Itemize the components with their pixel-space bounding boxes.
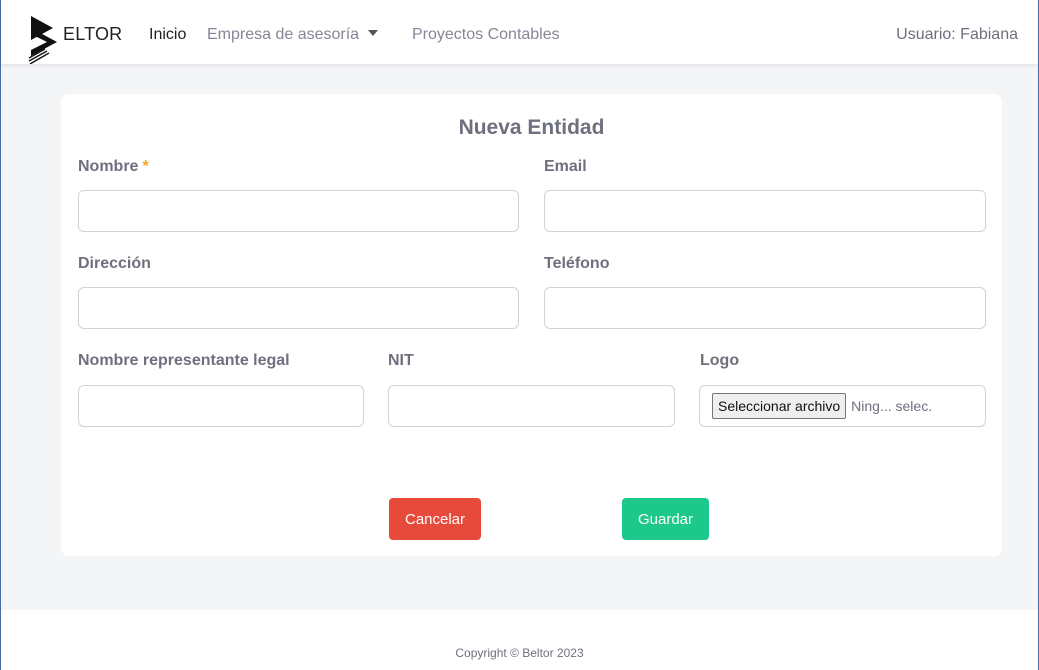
choose-file-button[interactable]: Seleccionar archivo — [712, 393, 847, 419]
email-label: Email — [544, 158, 587, 175]
nav-empresa-dropdown[interactable]: Empresa de asesoría — [207, 26, 379, 44]
logo-label: Logo — [700, 352, 740, 369]
nav-inicio[interactable]: Inicio — [149, 26, 186, 44]
email-input[interactable] — [544, 190, 986, 232]
required-asterisk: * — [142, 158, 149, 175]
footer: Copyright © Beltor 2023 — [1, 610, 1038, 670]
representante-input[interactable] — [78, 385, 364, 427]
telefono-input[interactable] — [544, 287, 986, 329]
nav-proyectos[interactable]: Proyectos Contables — [412, 26, 560, 44]
file-status-text: Ning... selec. — [851, 398, 933, 414]
form-title: Nueva Entidad — [458, 116, 605, 139]
nit-label: NIT — [388, 352, 414, 369]
nombre-input[interactable] — [78, 190, 519, 232]
app-window: ELTOR Inicio Empresa de asesoría Proyect… — [0, 0, 1039, 670]
representante-label: Nombre representante legal — [78, 352, 290, 369]
beltor-logo-icon[interactable] — [27, 14, 61, 64]
telefono-label: Teléfono — [544, 255, 610, 272]
nav-empresa-label: Empresa de asesoría — [207, 26, 360, 43]
top-navbar: ELTOR Inicio Empresa de asesoría Proyect… — [1, 0, 1038, 64]
save-button[interactable]: Guardar — [622, 498, 709, 540]
nit-input[interactable] — [388, 385, 675, 427]
caret-down-icon — [368, 29, 379, 36]
direccion-label: Dirección — [78, 255, 151, 272]
copyright-text: Copyright © Beltor 2023 — [455, 646, 584, 660]
nombre-label: Nombre * — [78, 158, 149, 176]
direccion-input[interactable] — [78, 287, 519, 329]
nombre-label-text: Nombre — [78, 158, 139, 175]
logo-file-input[interactable]: Seleccionar archivo Ning... selec. — [699, 385, 986, 427]
cancel-button[interactable]: Cancelar — [389, 498, 481, 540]
user-label: Usuario: Fabiana — [896, 26, 1018, 43]
brand-name[interactable]: ELTOR — [63, 24, 122, 45]
new-entity-form: Nueva Entidad Nombre * Email Dirección Te… — [61, 94, 1002, 556]
